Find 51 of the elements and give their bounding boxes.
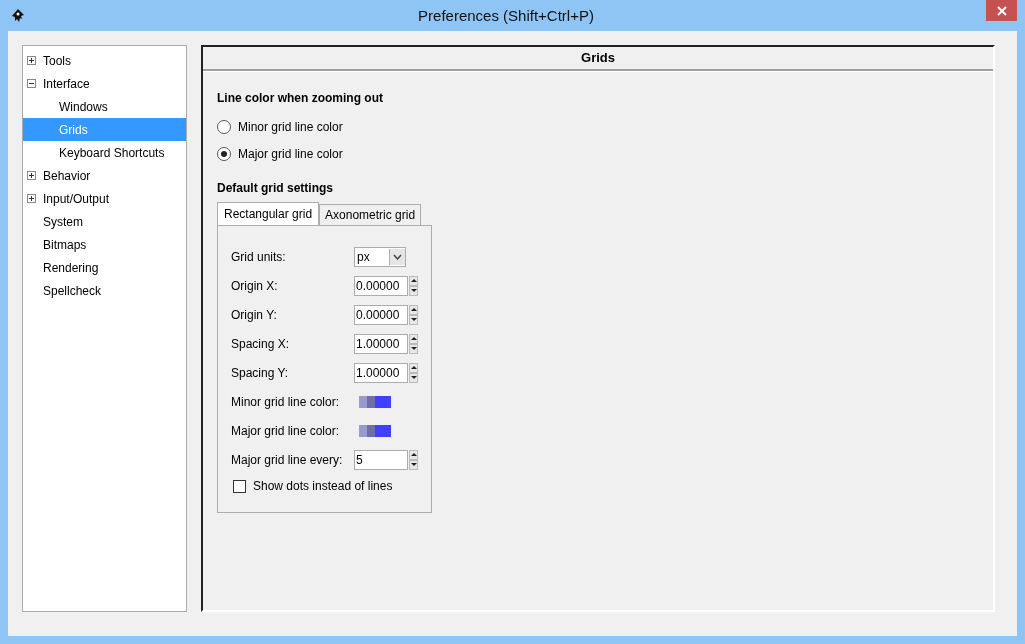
radio-button[interactable]	[217, 119, 231, 134]
tree-item[interactable]: Behavior	[23, 164, 186, 187]
section-heading: Default grid settings	[217, 181, 333, 195]
spin-buttons-icon[interactable]	[409, 362, 418, 383]
tree-item[interactable]: Spellcheck	[23, 279, 186, 302]
spin-buttons-icon[interactable]	[409, 304, 418, 325]
tree-item[interactable]: Rendering	[23, 256, 186, 279]
number-field[interactable]: 1.00000	[354, 333, 408, 354]
field-label: Major grid line color:	[231, 423, 341, 438]
field-label: Origin Y:	[231, 307, 278, 322]
color-swatch[interactable]	[359, 424, 391, 437]
close-button[interactable]	[986, 0, 1017, 21]
section-heading: Line color when zooming out	[217, 91, 383, 105]
tree-item[interactable]: System	[23, 210, 186, 233]
tree-item[interactable]: Tools	[23, 49, 186, 72]
panel-title: Grids	[203, 47, 993, 71]
tree-item[interactable]: Input/Output	[23, 187, 186, 210]
expander-icon[interactable]	[27, 79, 36, 88]
window-title: Preferences (Shift+Ctrl+P)	[417, 7, 595, 24]
field-label: Spacing Y:	[231, 365, 290, 380]
app-logo-icon	[10, 7, 26, 24]
field-label: Minor grid line color:	[231, 394, 341, 409]
tab[interactable]: Axonometric grid	[319, 204, 422, 226]
spin-buttons-icon[interactable]	[409, 333, 418, 354]
close-icon	[996, 5, 1007, 16]
tab[interactable]: Rectangular grid	[217, 202, 320, 226]
spin-buttons-icon[interactable]	[409, 275, 418, 296]
expander-icon[interactable]	[27, 171, 36, 180]
color-swatch[interactable]	[359, 395, 391, 408]
radio-label: Major grid line color	[238, 146, 343, 161]
field-label: Major grid line every:	[231, 452, 344, 467]
number-field[interactable]: 0.00000	[354, 275, 408, 296]
expander-icon[interactable]	[27, 194, 36, 203]
radio-button[interactable]	[217, 146, 231, 161]
number-field[interactable]: 5	[354, 449, 408, 470]
tree-item[interactable]: Interface	[23, 72, 186, 95]
spin-buttons-icon[interactable]	[409, 449, 418, 470]
radio-label: Minor grid line color	[238, 119, 343, 134]
number-field[interactable]: 1.00000	[354, 362, 408, 383]
checkbox[interactable]	[233, 479, 246, 493]
tree-item[interactable]: Keyboard Shortcuts	[23, 141, 186, 164]
tree-item[interactable]: Bitmaps	[23, 233, 186, 256]
checkbox-label: Show dots instead of lines	[253, 479, 393, 493]
expander-icon[interactable]	[27, 56, 36, 65]
tree-item[interactable]: Windows	[23, 95, 186, 118]
field-label: Grid units:	[231, 249, 287, 264]
caret-icon	[393, 253, 402, 260]
field-label: Spacing X:	[231, 336, 291, 351]
number-field[interactable]: 0.00000	[354, 304, 408, 325]
units-dropdown[interactable]: px	[354, 246, 406, 267]
field-label: Origin X:	[231, 278, 279, 293]
